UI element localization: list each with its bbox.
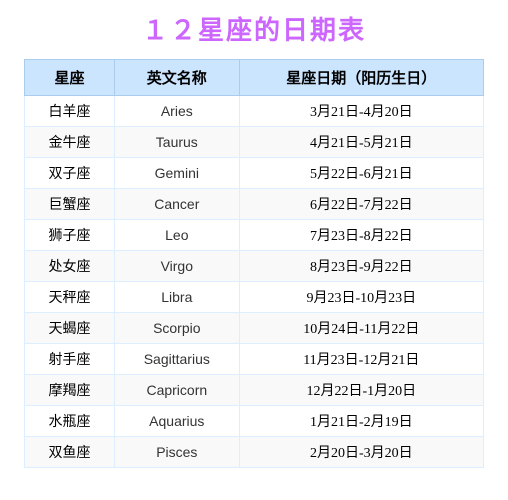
- header-col-dates: 星座日期（阳历生日）: [239, 60, 483, 96]
- table-row: 摩羯座Capricorn12月22日-1月20日: [25, 375, 484, 406]
- zodiac-zh: 处女座: [25, 251, 115, 282]
- zodiac-table: 星座 英文名称 星座日期（阳历生日） 白羊座Aries3月21日-4月20日金牛…: [24, 59, 484, 468]
- zodiac-zh: 巨蟹座: [25, 189, 115, 220]
- table-row: 狮子座Leo7月23日-8月22日: [25, 220, 484, 251]
- zodiac-zh: 双鱼座: [25, 437, 115, 468]
- table-row: 天秤座Libra9月23日-10月23日: [25, 282, 484, 313]
- zodiac-dates: 1月21日-2月19日: [239, 406, 483, 437]
- zodiac-en: Libra: [115, 282, 240, 313]
- table-row: 射手座Sagittarius11月23日-12月21日: [25, 344, 484, 375]
- zodiac-en: Aries: [115, 96, 240, 127]
- zodiac-dates: 2月20日-3月20日: [239, 437, 483, 468]
- zodiac-zh: 双子座: [25, 158, 115, 189]
- zodiac-zh: 狮子座: [25, 220, 115, 251]
- zodiac-zh: 摩羯座: [25, 375, 115, 406]
- zodiac-dates: 4月21日-5月21日: [239, 127, 483, 158]
- zodiac-dates: 3月21日-4月20日: [239, 96, 483, 127]
- header-col-zh: 星座: [25, 60, 115, 96]
- zodiac-dates: 8月23日-9月22日: [239, 251, 483, 282]
- zodiac-zh: 水瓶座: [25, 406, 115, 437]
- zodiac-zh: 金牛座: [25, 127, 115, 158]
- table-row: 天蝎座Scorpio10月24日-11月22日: [25, 313, 484, 344]
- zodiac-zh: 白羊座: [25, 96, 115, 127]
- table-row: 白羊座Aries3月21日-4月20日: [25, 96, 484, 127]
- table-row: 金牛座Taurus4月21日-5月21日: [25, 127, 484, 158]
- zodiac-en: Virgo: [115, 251, 240, 282]
- header-col-en: 英文名称: [115, 60, 240, 96]
- zodiac-en: Aquarius: [115, 406, 240, 437]
- table-row: 巨蟹座Cancer6月22日-7月22日: [25, 189, 484, 220]
- zodiac-en: Scorpio: [115, 313, 240, 344]
- zodiac-en: Capricorn: [115, 375, 240, 406]
- zodiac-dates: 7月23日-8月22日: [239, 220, 483, 251]
- zodiac-zh: 天秤座: [25, 282, 115, 313]
- zodiac-en: Sagittarius: [115, 344, 240, 375]
- table-row: 处女座Virgo8月23日-9月22日: [25, 251, 484, 282]
- page-title: １２星座的日期表: [142, 10, 366, 47]
- zodiac-zh: 射手座: [25, 344, 115, 375]
- zodiac-dates: 11月23日-12月21日: [239, 344, 483, 375]
- table-row: 水瓶座Aquarius1月21日-2月19日: [25, 406, 484, 437]
- zodiac-dates: 12月22日-1月20日: [239, 375, 483, 406]
- zodiac-en: Gemini: [115, 158, 240, 189]
- zodiac-dates: 10月24日-11月22日: [239, 313, 483, 344]
- zodiac-dates: 6月22日-7月22日: [239, 189, 483, 220]
- zodiac-en: Cancer: [115, 189, 240, 220]
- table-header-row: 星座 英文名称 星座日期（阳历生日）: [25, 60, 484, 96]
- zodiac-en: Taurus: [115, 127, 240, 158]
- zodiac-zh: 天蝎座: [25, 313, 115, 344]
- table-row: 双鱼座Pisces2月20日-3月20日: [25, 437, 484, 468]
- zodiac-dates: 5月22日-6月21日: [239, 158, 483, 189]
- table-row: 双子座Gemini5月22日-6月21日: [25, 158, 484, 189]
- zodiac-en: Pisces: [115, 437, 240, 468]
- zodiac-dates: 9月23日-10月23日: [239, 282, 483, 313]
- zodiac-en: Leo: [115, 220, 240, 251]
